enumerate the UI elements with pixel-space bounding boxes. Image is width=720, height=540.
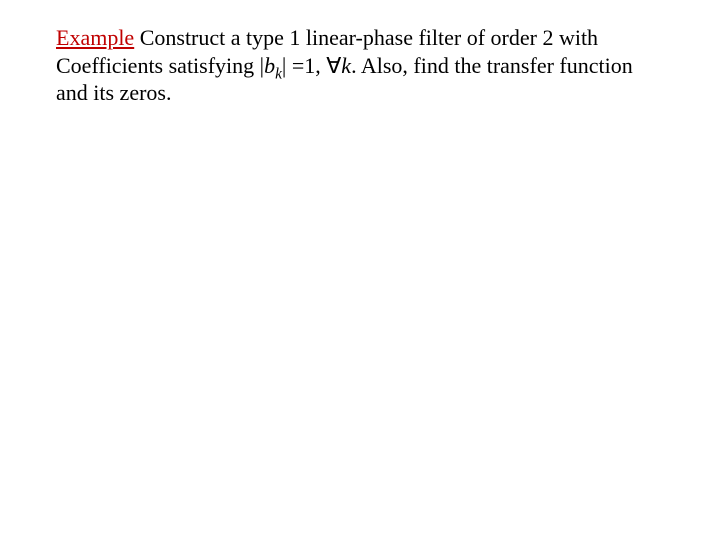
math-sub-k: k <box>275 65 282 82</box>
text-line-1: Construct a type 1 linear-phase filter o… <box>134 25 598 50</box>
text-line-2c: . Also, find the transfer function <box>351 53 633 78</box>
math-k: k <box>341 53 351 78</box>
text-line-2b: | =1, <box>282 53 326 78</box>
slide-container: Example Construct a type 1 linear-phase … <box>0 0 720 540</box>
text-line-3: and its zeros. <box>56 80 171 105</box>
math-b: b <box>264 53 275 78</box>
forall-symbol: ∀ <box>326 53 341 78</box>
example-label: Example <box>56 25 134 50</box>
text-line-2a: Coefficients satisfying | <box>56 53 264 78</box>
example-text: Example Construct a type 1 linear-phase … <box>56 24 680 107</box>
